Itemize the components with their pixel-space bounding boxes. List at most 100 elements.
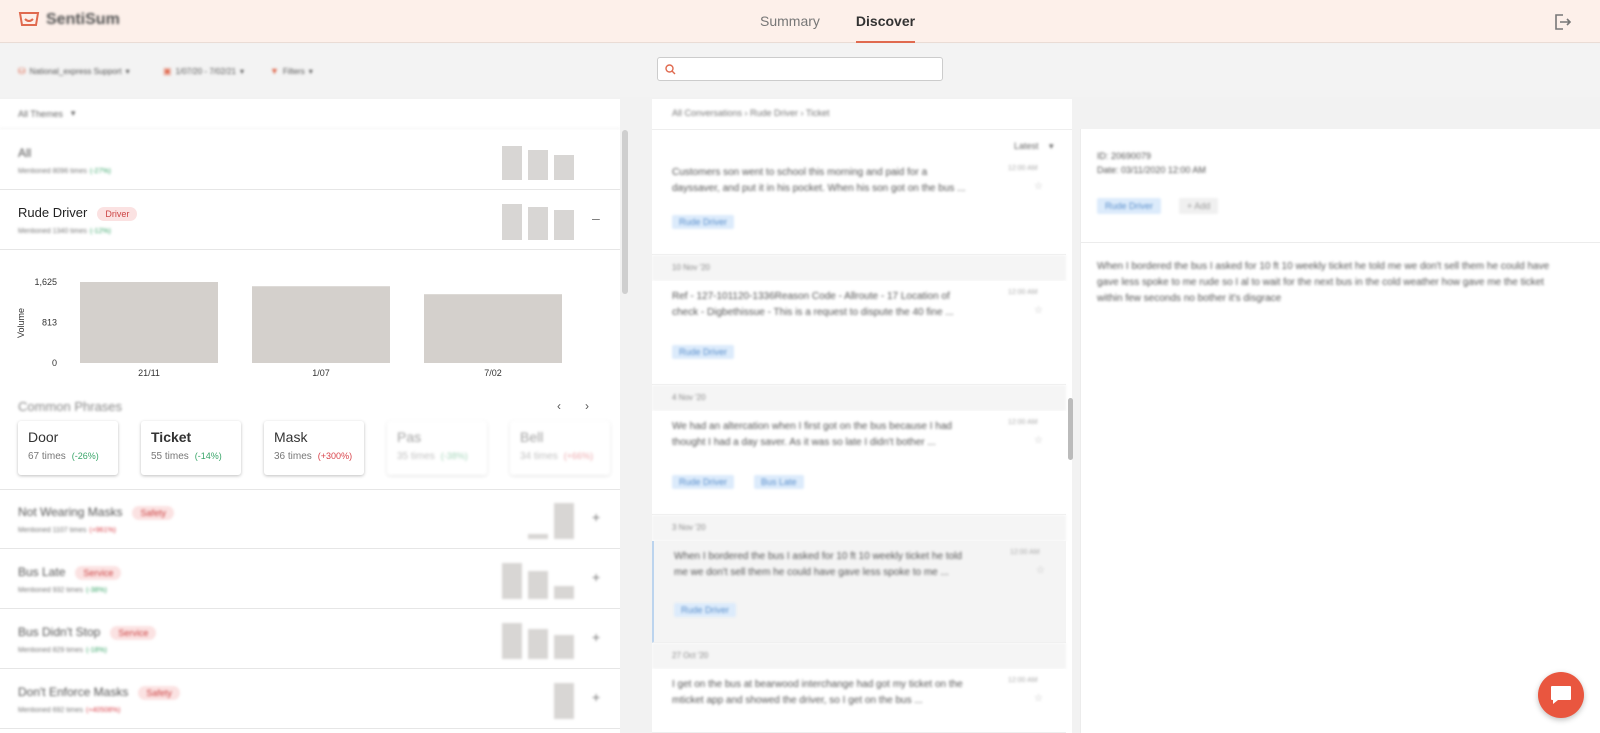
theme-sparkline bbox=[502, 499, 574, 539]
chart-bar[interactable] bbox=[252, 286, 390, 363]
theme-badge: Service bbox=[75, 565, 122, 580]
logo[interactable]: SentiSum bbox=[18, 10, 120, 30]
mention-change: (-38%) bbox=[85, 587, 107, 594]
theme-expand-toggle[interactable]: – bbox=[592, 210, 600, 226]
theme-row[interactable]: Don't Enforce Masks Safety Mentioned 692 t… bbox=[0, 669, 620, 729]
tab-discover[interactable]: Discover bbox=[855, 0, 916, 43]
tab-summary[interactable]: Summary bbox=[760, 0, 820, 43]
phrase-change: (-14%) bbox=[194, 451, 222, 461]
theme-row[interactable]: Bus Late Service Mentioned 932 times (-38%)… bbox=[0, 549, 620, 609]
themes-panel: All Themes ▾ All Mentioned 8096 times (-27… bbox=[0, 99, 620, 733]
date-range-selector[interactable]: ▣ 1/07/20 - 7/02/21 ▾ bbox=[163, 66, 244, 77]
phrase-count: 35 times bbox=[397, 451, 435, 462]
theme-name: Bus Didn't Stop Service bbox=[18, 625, 157, 640]
conversation-tag[interactable]: Bus Late bbox=[754, 475, 804, 489]
theme-mention-count: Mentioned 1107 times (+961%) bbox=[18, 527, 116, 534]
add-tag-button[interactable]: + Add bbox=[1179, 198, 1219, 214]
conversation-item[interactable]: Customers son went to school this mornin… bbox=[652, 157, 1066, 255]
conversation-tag[interactable]: Rude Driver bbox=[672, 345, 735, 359]
spark-bar bbox=[554, 155, 574, 180]
spark-bar bbox=[502, 622, 522, 659]
theme-name: Rude Driver Driver bbox=[18, 205, 138, 221]
theme-row[interactable]: Bus Didn't Stop Service Mentioned 829 time… bbox=[0, 609, 620, 669]
mention-change: (-27%) bbox=[89, 168, 111, 175]
conversation-snippet: Customers son went to school this mornin… bbox=[672, 167, 966, 194]
theme-name-text: Bus Didn't Stop bbox=[18, 625, 101, 639]
phrase-card[interactable]: Pas 35 times (-38%) bbox=[387, 421, 487, 475]
theme-row[interactable]: All Mentioned 8096 times (-27%) bbox=[0, 130, 620, 190]
phrases-next-button[interactable]: › bbox=[585, 399, 589, 413]
breadcrumb: All Conversations › Rude Driver › Ticket bbox=[672, 108, 830, 118]
phrase-card[interactable]: Bell 34 times (+66%) bbox=[510, 421, 610, 475]
conversation-time: 12:00 AM bbox=[1008, 419, 1038, 426]
search-box[interactable] bbox=[657, 57, 943, 81]
star-icon[interactable]: ☆ bbox=[1034, 305, 1043, 316]
conversation-tag[interactable]: Rude Driver bbox=[674, 603, 737, 617]
star-icon[interactable]: ☆ bbox=[1034, 435, 1043, 446]
themes-scrollbar[interactable] bbox=[622, 130, 628, 294]
sort-dropdown[interactable]: Latest ▾ bbox=[1014, 141, 1054, 152]
volume-chart-svg: 21/11 1/07 7/02 1,625 813 0 Volume bbox=[16, 277, 562, 378]
theme-expand-toggle[interactable]: + bbox=[592, 689, 600, 705]
conversation-tag[interactable]: Rude Driver bbox=[672, 215, 735, 229]
workspace-label: National_express Support bbox=[29, 67, 122, 76]
theme-sparkline bbox=[502, 619, 574, 659]
filters-selector[interactable]: ▼ Filters ▾ bbox=[270, 66, 313, 76]
conversation-snippet: Ref - 127-101120-1336Reason Code - Allro… bbox=[672, 291, 954, 318]
phrase-name: Door bbox=[28, 429, 59, 445]
theme-expand-toggle[interactable]: + bbox=[592, 509, 600, 525]
search-input[interactable] bbox=[680, 60, 938, 78]
phrase-card[interactable]: Mask 36 times (+300%) bbox=[264, 421, 364, 475]
filters-label: Filters bbox=[282, 66, 305, 76]
workspace-selector[interactable]: ⛁ National_express Support ▾ bbox=[18, 66, 130, 77]
theme-mention-count: Mentioned 1340 times (-12%) bbox=[18, 228, 111, 235]
phrase-name: Pas bbox=[397, 429, 422, 445]
detail-date: Date: 03/11/2020 12:00 AM bbox=[1097, 165, 1206, 175]
search-icon bbox=[665, 64, 676, 75]
spark-bar bbox=[554, 210, 574, 240]
conversations-scrollbar[interactable] bbox=[1068, 398, 1073, 460]
phrase-card[interactable]: Door 67 times (-26%) bbox=[18, 421, 118, 475]
conversation-item[interactable]: Ref - 127-101120-1336Reason Code - Allro… bbox=[652, 281, 1066, 385]
star-icon[interactable]: ☆ bbox=[1034, 693, 1043, 704]
conversation-time: 12:00 AM bbox=[1010, 549, 1040, 556]
spark-bar bbox=[528, 629, 548, 659]
theme-row[interactable]: Not Wearing Masks Safety Mentioned 1107 ti… bbox=[0, 489, 620, 549]
common-phrases-title: Common Phrases bbox=[18, 399, 123, 414]
conversation-item[interactable]: I get on the bus at bearwood interchange… bbox=[652, 669, 1066, 733]
conversation-tag[interactable]: Rude Driver bbox=[672, 475, 735, 489]
theme-sparkline bbox=[502, 679, 574, 719]
spark-bar bbox=[528, 570, 548, 599]
conversation-detail: ID: 20690079 Date: 03/11/2020 12:00 AM R… bbox=[1080, 129, 1600, 733]
theme-badge: Safety bbox=[138, 685, 180, 700]
star-icon[interactable]: ☆ bbox=[1034, 181, 1043, 192]
chevron-down-icon: ▾ bbox=[240, 67, 245, 76]
logo-icon bbox=[18, 12, 40, 26]
conversation-date-divider: 4 Nov '20 bbox=[652, 385, 1066, 411]
chat-button[interactable] bbox=[1538, 672, 1584, 718]
logout-icon[interactable] bbox=[1552, 12, 1572, 32]
chart-bar[interactable] bbox=[424, 294, 562, 363]
star-icon[interactable]: ☆ bbox=[1036, 565, 1045, 576]
phrases-prev-button[interactable]: ‹ bbox=[557, 399, 561, 413]
spark-bar bbox=[554, 682, 574, 719]
chart-y-label: Volume bbox=[16, 308, 26, 338]
mention-count-text: Mentioned 829 times bbox=[18, 647, 83, 654]
conversation-item[interactable]: When I bordered the bus I asked for 10 f… bbox=[652, 541, 1066, 643]
theme-badge: Service bbox=[110, 625, 157, 640]
theme-expand-toggle[interactable]: + bbox=[592, 629, 600, 645]
conversation-item[interactable]: We had an altercation when I first got o… bbox=[652, 411, 1066, 515]
volume-chart: 21/11 1/07 7/02 1,625 813 0 Volume bbox=[0, 250, 620, 380]
chart-bar[interactable] bbox=[80, 282, 218, 363]
conversation-snippet: When I bordered the bus I asked for 10 f… bbox=[674, 551, 962, 578]
spark-bar bbox=[528, 534, 548, 539]
theme-expand-toggle[interactable]: + bbox=[592, 569, 600, 585]
chart-y-tick: 1,625 bbox=[34, 277, 57, 287]
all-themes-dropdown[interactable]: All Themes ▾ bbox=[0, 99, 620, 129]
phrase-card[interactable]: Ticket 55 times (-14%) bbox=[141, 421, 241, 475]
filter-toolbar: ⛁ National_express Support ▾ ▣ 1/07/20 - … bbox=[0, 44, 1600, 97]
sort-label: Latest bbox=[1014, 141, 1039, 151]
detail-tag[interactable]: Rude Driver bbox=[1097, 198, 1162, 214]
theme-row[interactable]: Rude Driver Driver Mentioned 1340 times (-1… bbox=[0, 190, 620, 250]
chevron-down-icon: ▾ bbox=[70, 108, 76, 118]
